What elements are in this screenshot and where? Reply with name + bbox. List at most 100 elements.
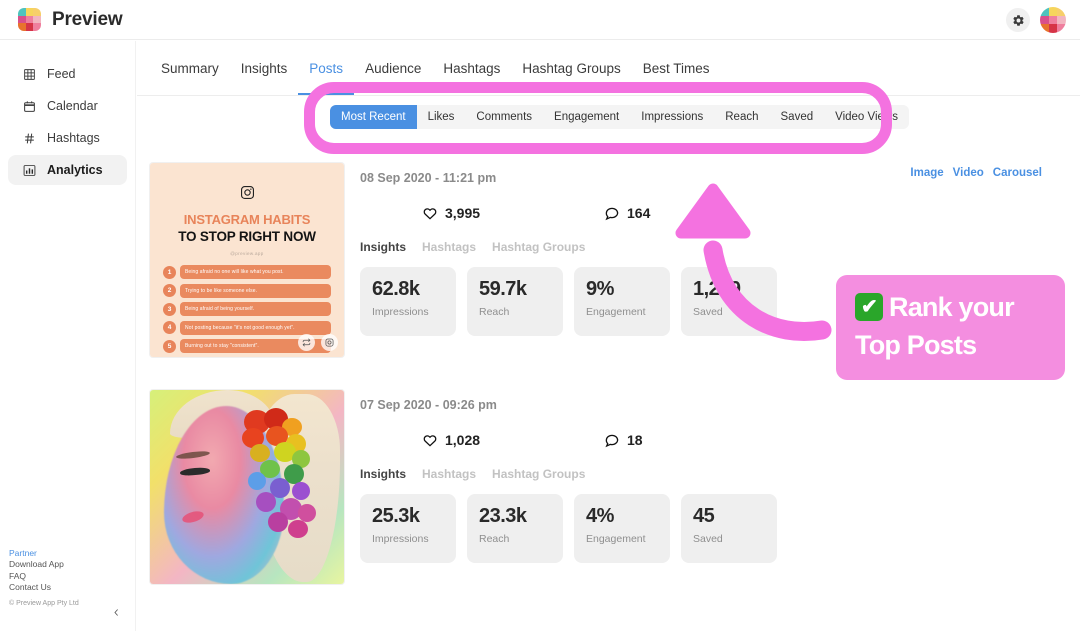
subtab-insights[interactable]: Insights (360, 240, 406, 254)
tab-hashtag-groups[interactable]: Hashtag Groups (511, 41, 631, 95)
flower-petal (288, 520, 308, 538)
sort-chip-likes[interactable]: Likes (417, 105, 466, 129)
comments-value: 18 (627, 432, 643, 448)
stat-card-impressions: 25.3k Impressions (360, 494, 456, 563)
post-subtabs: Insights Hashtags Hashtag Groups (360, 240, 1080, 254)
stat-card-reach: 23.3k Reach (467, 494, 563, 563)
comments-count: 18 (604, 432, 643, 448)
avatar[interactable] (1040, 7, 1066, 33)
hash-icon (22, 131, 37, 146)
comment-icon (605, 207, 619, 221)
likes-value: 1,028 (445, 432, 481, 448)
tab-audience[interactable]: Audience (354, 41, 432, 95)
logo-cell (18, 23, 26, 31)
logo-cell (1040, 24, 1049, 33)
footer-link-contact-us[interactable]: Contact Us (9, 582, 79, 594)
filter-carousel[interactable]: Carousel (993, 167, 1042, 179)
habit-number: 1 (163, 265, 176, 279)
footer-link-partner[interactable]: Partner (9, 548, 79, 560)
brand[interactable]: Preview (18, 8, 123, 31)
habit-text: Not posting because "it's not good enoug… (180, 320, 331, 335)
sort-chip-impressions[interactable]: Impressions (630, 105, 714, 129)
subtab-hashtags[interactable]: Hashtags (422, 240, 476, 254)
top-bar-actions (1006, 0, 1066, 40)
analytics-tabs: Summary Insights Posts Audience Hashtags… (137, 41, 1080, 96)
sort-chip-engagement[interactable]: Engagement (543, 105, 630, 129)
settings-button[interactable] (1006, 8, 1030, 32)
check-mark-icon: ✔ (855, 293, 883, 321)
sort-chip-saved[interactable]: Saved (770, 105, 825, 129)
subtab-insights[interactable]: Insights (360, 467, 406, 481)
stat-label: Impressions (372, 306, 429, 318)
logo-cell (1048, 15, 1058, 25)
stat-card-saved: 45 Saved (681, 494, 777, 563)
sidebar-item-feed[interactable]: Feed (8, 59, 127, 89)
sort-metric-bar: Most Recent Likes Comments Engagement Im… (330, 105, 909, 129)
sidebar-footer: Partner Download App FAQ Contact Us © Pr… (9, 548, 79, 610)
tab-posts[interactable]: Posts (298, 41, 354, 95)
stat-label: Saved (693, 533, 723, 545)
sort-chip-video-views[interactable]: Video Views (824, 105, 909, 129)
flowers-decoration (240, 408, 326, 538)
logo-cell (33, 23, 41, 31)
sort-chip-most-recent[interactable]: Most Recent (330, 105, 417, 129)
stat-label: Impressions (372, 533, 429, 545)
tab-best-times[interactable]: Best Times (632, 41, 721, 95)
heart-icon (423, 208, 437, 220)
sidebar-item-label: Hashtags (47, 131, 100, 145)
logo-cell (18, 8, 26, 16)
habit-text: Trying to be like someone else. (180, 283, 331, 298)
footer-link-download-app[interactable]: Download App (9, 559, 79, 571)
likes-value: 3,995 (445, 205, 481, 221)
heart-icon (423, 435, 437, 447)
logo-cell (25, 15, 34, 24)
post-thumbnail[interactable] (150, 390, 344, 584)
sidebar-item-calendar[interactable]: Calendar (8, 91, 127, 121)
sidebar-collapse-button[interactable] (108, 604, 124, 620)
sidebar: Feed Calendar Hashtags Analytics Partner… (0, 41, 136, 631)
post-thumbnail[interactable]: INSTAGRAM HABITS TO STOP RIGHT NOW @prev… (150, 163, 344, 357)
post-info: 07 Sep 2020 - 09:26 pm 1,028 18 Insights… (360, 390, 1080, 584)
logo-cell (18, 15, 26, 24)
habit-item: 2 Trying to be like someone else. (163, 283, 331, 298)
stat-value: 4% (586, 505, 614, 527)
sidebar-item-analytics[interactable]: Analytics (8, 155, 127, 185)
subtab-hashtag-groups[interactable]: Hashtag Groups (492, 467, 585, 481)
stat-card-engagement: 4% Engagement (574, 494, 670, 563)
sort-chip-comments[interactable]: Comments (465, 105, 543, 129)
callout-line-1: ✔ Rank your (855, 288, 1065, 326)
stat-label: Engagement (586, 533, 646, 545)
copyright: © Preview App Pty Ltd (9, 599, 79, 607)
subtab-hashtag-groups[interactable]: Hashtag Groups (492, 240, 585, 254)
chevron-left-icon (113, 608, 118, 616)
logo-cell (1057, 15, 1066, 25)
likes-count: 1,028 (422, 432, 604, 448)
tab-insights[interactable]: Insights (230, 41, 299, 95)
filter-video[interactable]: Video (953, 167, 984, 179)
tab-hashtags[interactable]: Hashtags (432, 41, 511, 95)
post-engagement: 1,028 18 (360, 432, 1080, 448)
sidebar-item-label: Analytics (47, 163, 103, 177)
flower-petal (268, 512, 288, 532)
sidebar-item-hashtags[interactable]: Hashtags (8, 123, 127, 153)
annotation-callout: ✔ Rank your Top Posts (836, 275, 1065, 380)
callout-text-2: Top Posts (855, 330, 977, 360)
callout-text-1: Rank your (889, 292, 1015, 322)
logo-cell (1048, 7, 1058, 16)
stat-value: 23.3k (479, 505, 527, 527)
subtab-hashtags[interactable]: Hashtags (422, 467, 476, 481)
post-subtabs: Insights Hashtags Hashtag Groups (360, 467, 1080, 481)
habit-text: Being afraid of being yourself. (180, 302, 331, 316)
sort-chip-reach[interactable]: Reach (714, 105, 769, 129)
filter-image[interactable]: Image (910, 167, 943, 179)
stat-value: 1,279 (693, 278, 741, 300)
post-row: 07 Sep 2020 - 09:26 pm 1,028 18 Insights… (150, 390, 1080, 584)
tab-summary[interactable]: Summary (150, 41, 230, 95)
stat-value: 45 (693, 505, 715, 527)
stat-card-engagement: 9% Engagement (574, 267, 670, 336)
stat-card-impressions: 62.8k Impressions (360, 267, 456, 336)
comments-count: 164 (604, 205, 650, 221)
footer-link-faq[interactable]: FAQ (9, 571, 79, 583)
stat-label: Engagement (586, 306, 646, 318)
habit-number: 2 (163, 284, 176, 297)
